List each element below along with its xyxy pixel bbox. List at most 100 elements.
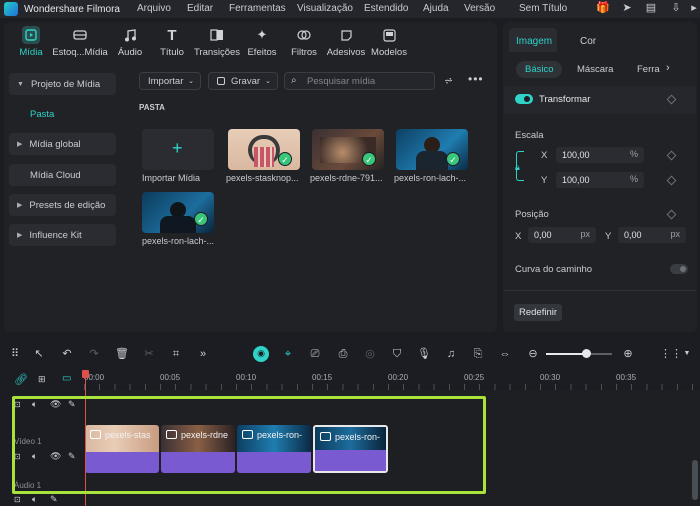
replace-icon[interactable]: ⎘ bbox=[471, 347, 485, 361]
pen-icon[interactable]: ✎ bbox=[50, 494, 58, 505]
subtab-basico-label: Básico bbox=[525, 64, 554, 75]
speaker-icon[interactable]: 🔈︎ bbox=[32, 494, 37, 505]
ai-mate-icon[interactable]: ◉ bbox=[253, 346, 269, 362]
scale-x-input[interactable]: 100,00% bbox=[556, 147, 644, 163]
select-cursor-icon[interactable]: ↖ bbox=[32, 347, 46, 361]
snap-icon[interactable]: ⌖ bbox=[281, 347, 295, 361]
timeline-ruler[interactable]: 00:00 00:05 00:10 00:15 00:20 00:25 00:3… bbox=[84, 368, 700, 390]
more-options-icon[interactable]: ••• bbox=[468, 72, 484, 86]
tool-estoque-midia[interactable]: Estoq...Mídia bbox=[52, 26, 108, 60]
redo-icon[interactable]: ↷ bbox=[87, 347, 101, 361]
send-icon[interactable]: ➤ bbox=[621, 2, 633, 14]
menu-arquivo[interactable]: Arquivo bbox=[137, 3, 171, 14]
playhead-handle[interactable] bbox=[82, 370, 89, 378]
tool-adesivos[interactable]: Adesivos bbox=[326, 26, 366, 60]
ruler-tick: 00:30 bbox=[540, 373, 561, 382]
scale-y-label: Y bbox=[541, 175, 548, 186]
link-icon[interactable]: 🔗︎ bbox=[14, 373, 28, 386]
delete-icon[interactable]: 🗑︎ bbox=[115, 347, 129, 361]
sidebar-item-projeto-de-midia[interactable]: ▼ Projeto de Mídia bbox=[9, 73, 116, 95]
sidebar-item-midia-cloud[interactable]: Mídia Cloud bbox=[9, 164, 116, 186]
position-x-input[interactable]: 0,00 px bbox=[528, 227, 596, 243]
caret-down-icon: ▼ bbox=[17, 80, 24, 88]
record-dropdown[interactable]: Gravar ⌄ bbox=[208, 72, 278, 90]
tab-imagem-label: Imagem bbox=[516, 36, 553, 47]
tool-titulo[interactable]: T Título bbox=[157, 26, 187, 60]
menu-more-icon[interactable]: ▸ bbox=[688, 2, 700, 14]
notes-icon[interactable]: ▤ bbox=[645, 2, 657, 14]
caret-down-icon[interactable]: ▼ bbox=[680, 347, 694, 361]
plus-icon: + bbox=[172, 138, 183, 158]
subtab-ferramentas[interactable]: Ferra bbox=[637, 64, 660, 75]
ruler-tick: 00:15 bbox=[312, 373, 333, 382]
path-curve-toggle[interactable] bbox=[670, 264, 688, 274]
filter-sort-icon[interactable]: ⩫ bbox=[444, 74, 453, 87]
template-icon bbox=[380, 26, 398, 44]
zoom-slider-handle[interactable] bbox=[582, 349, 591, 358]
tool-modelos[interactable]: Modelos bbox=[370, 26, 408, 60]
shield-icon[interactable]: ⛉ bbox=[390, 347, 404, 361]
track-layout-icon[interactable]: ▭ bbox=[62, 373, 71, 384]
zoom-out-icon[interactable]: ⊖ bbox=[526, 347, 540, 361]
crop-icon[interactable]: ⌗ bbox=[169, 347, 183, 361]
filter-icon bbox=[295, 26, 313, 44]
sidebar-item-pasta[interactable]: Pasta bbox=[30, 109, 54, 120]
sidebar-item-label: Mídia global bbox=[29, 138, 81, 150]
import-label: Importar bbox=[148, 75, 184, 87]
tool-midia[interactable]: Mídia bbox=[18, 26, 44, 60]
import-dropdown[interactable]: Importar ⌄ bbox=[139, 72, 201, 90]
fit-icon[interactable]: ⇔ bbox=[498, 347, 512, 361]
scissors-icon[interactable]: ✂ bbox=[142, 347, 156, 361]
menu-ferramentas[interactable]: Ferramentas bbox=[229, 3, 286, 14]
auto-beat-icon[interactable]: ⎚ bbox=[308, 347, 322, 361]
add-track-icon[interactable]: ⊞ bbox=[38, 374, 46, 385]
percent-unit: % bbox=[629, 174, 638, 184]
chevron-down-icon: ⌄ bbox=[265, 78, 271, 85]
scale-x-label: X bbox=[541, 150, 548, 161]
cloud-download-icon[interactable]: ⇩ bbox=[670, 2, 682, 14]
lock-icon[interactable]: 🔒︎ bbox=[515, 162, 520, 173]
render-icon[interactable]: ◎ bbox=[363, 347, 377, 361]
menu-estendido[interactable]: Estendido bbox=[364, 3, 408, 14]
layout-grid-icon[interactable]: ⠿ bbox=[8, 347, 22, 361]
track-settings-icon[interactable]: ⋮⋮ bbox=[660, 347, 682, 361]
search-input[interactable]: ⌕ Pesquisar mídia bbox=[284, 72, 435, 90]
sidebar-item-label: Influence Kit bbox=[29, 229, 82, 241]
tool-estoque-label: Estoq...Mídia bbox=[52, 47, 108, 58]
menu-versao[interactable]: Versão bbox=[464, 3, 495, 14]
sidebar-item-midia-global[interactable]: ▶ Mídia global bbox=[9, 133, 116, 155]
sidebar-item-presets[interactable]: ▶ Presets de edição bbox=[9, 194, 116, 216]
timeline-scrollbar[interactable] bbox=[692, 460, 698, 500]
toggle-knob bbox=[680, 266, 686, 272]
transform-toggle[interactable] bbox=[515, 94, 533, 104]
music-note-icon bbox=[121, 26, 139, 44]
audio-track-icon[interactable]: ♫ bbox=[444, 347, 458, 361]
tool-filtros[interactable]: Filtros bbox=[289, 26, 319, 60]
menu-editar[interactable]: Editar bbox=[187, 3, 213, 14]
undo-icon[interactable]: ↶ bbox=[60, 347, 74, 361]
tool-audio[interactable]: Áudio bbox=[116, 26, 144, 60]
microphone-icon[interactable]: 🎙︎ bbox=[417, 347, 431, 361]
tool-filtros-label: Filtros bbox=[291, 47, 317, 58]
more-tools-icon[interactable]: » bbox=[196, 347, 210, 361]
menu-visualizacao[interactable]: Visualização bbox=[297, 3, 353, 14]
position-y-input[interactable]: 0,00 px bbox=[618, 227, 686, 243]
snapshot-icon[interactable]: ⎙ bbox=[336, 347, 350, 361]
sidebar-item-influence-kit[interactable]: ▶ Influence Kit bbox=[9, 224, 116, 246]
scale-y-input[interactable]: 100,00% bbox=[556, 172, 644, 188]
caret-right-icon: ▶ bbox=[17, 202, 23, 209]
import-media-tile[interactable]: + bbox=[142, 129, 214, 170]
zoom-in-icon[interactable]: ⊕ bbox=[621, 347, 635, 361]
sticker-icon bbox=[337, 26, 355, 44]
search-icon: ⌕ bbox=[291, 75, 297, 86]
tool-transicoes[interactable]: Transições bbox=[194, 26, 240, 60]
reset-button[interactable]: Redefinir bbox=[514, 304, 562, 321]
subtab-mascara[interactable]: Máscara bbox=[577, 64, 613, 75]
chevron-right-icon[interactable]: › bbox=[666, 62, 670, 74]
tool-efeitos[interactable]: ✦ Efeitos bbox=[246, 26, 278, 60]
gift-icon[interactable]: 🎁 bbox=[596, 2, 610, 14]
tab-cor[interactable]: Cor bbox=[580, 36, 596, 47]
track-lock-icon[interactable]: ⊡ bbox=[14, 495, 21, 504]
menu-ajuda[interactable]: Ajuda bbox=[423, 3, 449, 14]
chevron-down-icon: ⌄ bbox=[188, 78, 194, 85]
